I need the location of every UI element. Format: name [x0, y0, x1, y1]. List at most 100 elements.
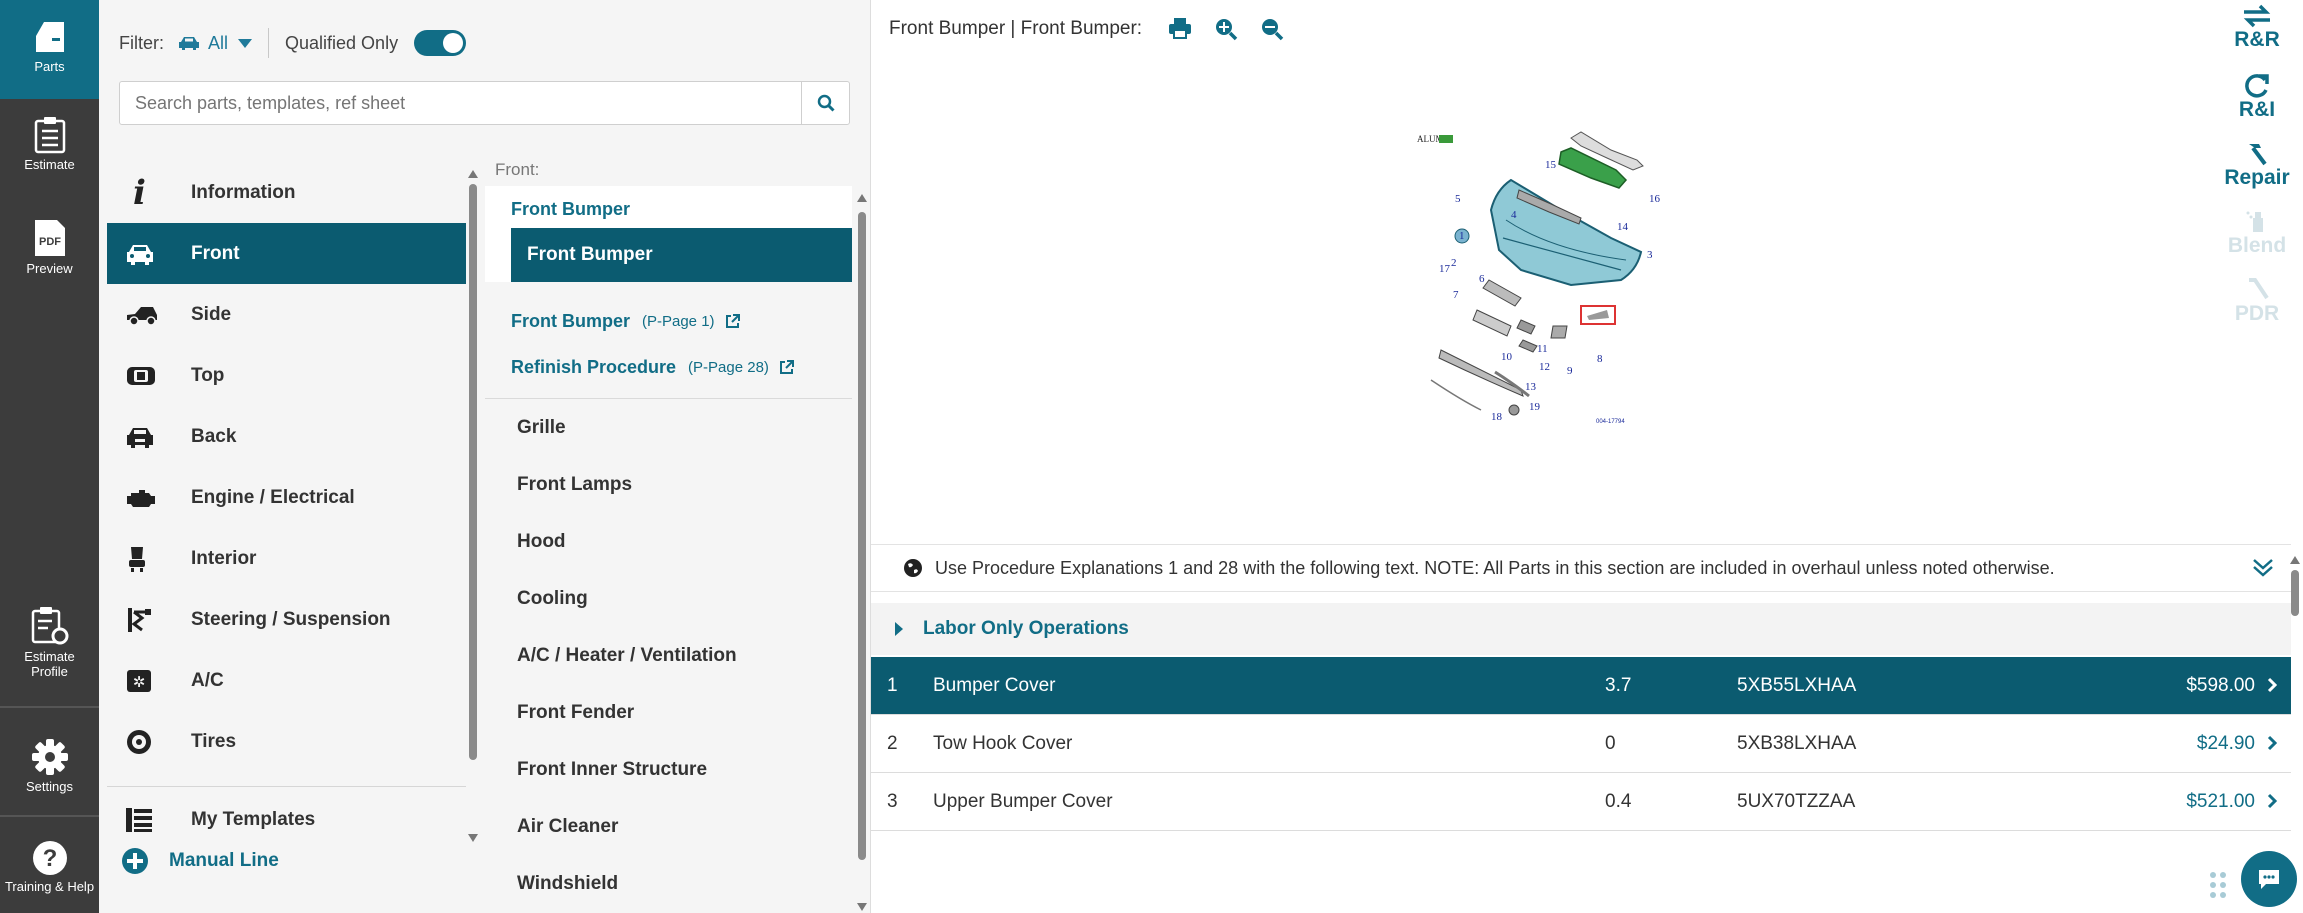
subcategory-hood[interactable]: Hood: [485, 513, 852, 570]
scroll-down-arrow[interactable]: [468, 834, 478, 842]
hammer-icon: [2249, 144, 2267, 166]
rail-parts[interactable]: Parts: [0, 0, 99, 99]
diagram-tools: [1168, 17, 1284, 41]
chevron-right-icon[interactable]: [2267, 677, 2277, 693]
search-button[interactable]: [801, 82, 849, 124]
category-label: Side: [191, 303, 232, 325]
chat-icon: [2259, 870, 2279, 889]
svg-text:11: 11: [1537, 343, 1548, 355]
rail-preview[interactable]: PDF Preview: [0, 218, 99, 276]
svg-text:14: 14: [1617, 221, 1629, 233]
parts-diagram[interactable]: ALUM 1 2 3 4 5 6 7 8 9 10 11 12 13 14 15…: [1411, 120, 1681, 440]
row-number: 1: [887, 674, 898, 696]
my-templates-link[interactable]: My Templates: [107, 797, 466, 843]
svg-text:15: 15: [1545, 159, 1557, 171]
subcategory-front-inner-structure[interactable]: Front Inner Structure: [485, 741, 852, 798]
chevron-right-icon[interactable]: [2267, 735, 2277, 751]
labor-only-operations[interactable]: Labor Only Operations: [871, 603, 2291, 655]
category-ac[interactable]: ✲ A/C: [107, 650, 466, 711]
op-ri[interactable]: R&I: [2211, 68, 2303, 136]
op-repair[interactable]: Repair: [2211, 136, 2303, 204]
subcategory-ac-heater[interactable]: A/C / Heater / Ventilation: [485, 627, 852, 684]
table-row[interactable]: 2 Tow Hook Cover 0 5XB38LXHAA $24.90: [871, 715, 2291, 773]
category-engine[interactable]: Engine / Electrical: [107, 467, 466, 528]
category-front[interactable]: Front: [107, 223, 466, 284]
subcategory-grille[interactable]: Grille: [485, 399, 852, 456]
rail-estimate[interactable]: Estimate: [0, 116, 99, 172]
row-price: $598.00: [2186, 674, 2255, 696]
op-rr[interactable]: R&R: [2211, 0, 2303, 68]
subcategory-front-lamps[interactable]: Front Lamps: [485, 456, 852, 513]
category-label: Tires: [191, 730, 237, 752]
op-label: Repair: [2224, 166, 2290, 189]
scroll-thumb[interactable]: [858, 212, 866, 860]
p-page-link-label: Front Bumper: [511, 310, 630, 331]
filter-dropdown[interactable]: All: [178, 33, 253, 54]
row-description: Upper Bumper Cover: [933, 790, 1113, 812]
subcategory-cooling[interactable]: Cooling: [485, 570, 852, 627]
category-interior[interactable]: Interior: [107, 528, 466, 589]
table-row[interactable]: 3 Upper Bumper Cover 0.4 5UX70TZZAA $521…: [871, 773, 2291, 831]
labor-only-label: Labor Only Operations: [923, 618, 1129, 639]
filter-label: Filter:: [119, 32, 164, 53]
car-top-icon: [125, 361, 173, 391]
car-front-icon: [125, 239, 173, 269]
qualified-label: Qualified Only: [285, 32, 399, 53]
group-front-bumper[interactable]: Front Bumper: [485, 194, 852, 224]
svg-text:6: 6: [1479, 273, 1485, 285]
category-side[interactable]: Side: [107, 284, 466, 345]
op-label: Blend: [2227, 234, 2287, 257]
scroll-down-arrow[interactable]: [857, 903, 867, 911]
diagram-ref: 004-17794: [1596, 419, 1625, 425]
plus-circle-icon: [122, 848, 148, 874]
car-back-icon: [125, 422, 173, 452]
zoom-out-icon[interactable]: [1260, 17, 1284, 41]
procedure-note: Use Procedure Explanations 1 and 28 with…: [871, 544, 2291, 592]
category-top[interactable]: Top: [107, 345, 466, 406]
scroll-thumb[interactable]: [2291, 570, 2299, 616]
subcategory-front-fender[interactable]: Front Fender: [485, 684, 852, 741]
manual-line-button[interactable]: Manual Line: [107, 843, 466, 879]
op-label: PDR: [2234, 302, 2280, 325]
collapse-chevrons-icon[interactable]: [2251, 555, 2275, 579]
scroll-up-arrow[interactable]: [857, 194, 867, 202]
category-steering[interactable]: Steering / Suspension: [107, 589, 466, 650]
spray-icon: [2246, 211, 2263, 232]
rail-preview-label: Preview: [26, 261, 73, 276]
rail-settings[interactable]: Settings: [0, 738, 99, 794]
category-tires[interactable]: Tires: [107, 711, 466, 772]
p-page-link-refinish[interactable]: Refinish Procedure (P-Page 28): [485, 344, 852, 390]
rail-settings-label: Settings: [26, 779, 73, 794]
table-row[interactable]: 1 Bumper Cover 3.7 5XB55LXHAA $598.00: [871, 657, 2291, 715]
scroll-up-arrow[interactable]: [2290, 556, 2300, 564]
p-page-link-front-bumper[interactable]: Front Bumper (P-Page 1): [485, 298, 852, 344]
info-icon: i: [133, 172, 146, 213]
subcategory-air-cleaner[interactable]: Air Cleaner: [485, 798, 852, 855]
print-icon[interactable]: [1168, 17, 1192, 39]
category-back[interactable]: Back: [107, 406, 466, 467]
svg-text:1: 1: [1459, 230, 1465, 242]
category-scrollbar[interactable]: [467, 170, 479, 842]
chevron-right-icon[interactable]: [2267, 793, 2277, 809]
search-input[interactable]: [120, 82, 801, 124]
grid-dots-icon[interactable]: [2209, 871, 2231, 899]
svg-text:?: ?: [42, 845, 57, 872]
selected-subgroup[interactable]: Front Bumper: [511, 228, 852, 282]
row-hours: 0.4: [1605, 790, 1632, 812]
category-label: Engine / Electrical: [191, 486, 355, 508]
subcategory-windshield[interactable]: Windshield: [485, 855, 852, 912]
rail-estimate-profile-label: Estimate Profile: [24, 649, 75, 679]
rail-estimate-profile[interactable]: Estimate Profile: [0, 606, 99, 679]
chat-button[interactable]: [2241, 851, 2297, 907]
category-information[interactable]: i Information: [107, 162, 466, 223]
zoom-in-icon[interactable]: [1214, 17, 1238, 41]
qualified-toggle[interactable]: [414, 30, 467, 56]
ac-icon: ✲: [125, 666, 173, 696]
parts-table-scrollbar[interactable]: [2289, 556, 2301, 856]
scroll-up-arrow[interactable]: [468, 170, 478, 178]
scroll-thumb[interactable]: [469, 184, 477, 760]
breadcrumb-text: Front Bumper | Front Bumper:: [889, 18, 1143, 39]
row-price: $521.00: [2186, 790, 2255, 812]
rail-training[interactable]: ? Training & Help: [0, 840, 99, 894]
subcategory-scrollbar[interactable]: [856, 194, 868, 913]
